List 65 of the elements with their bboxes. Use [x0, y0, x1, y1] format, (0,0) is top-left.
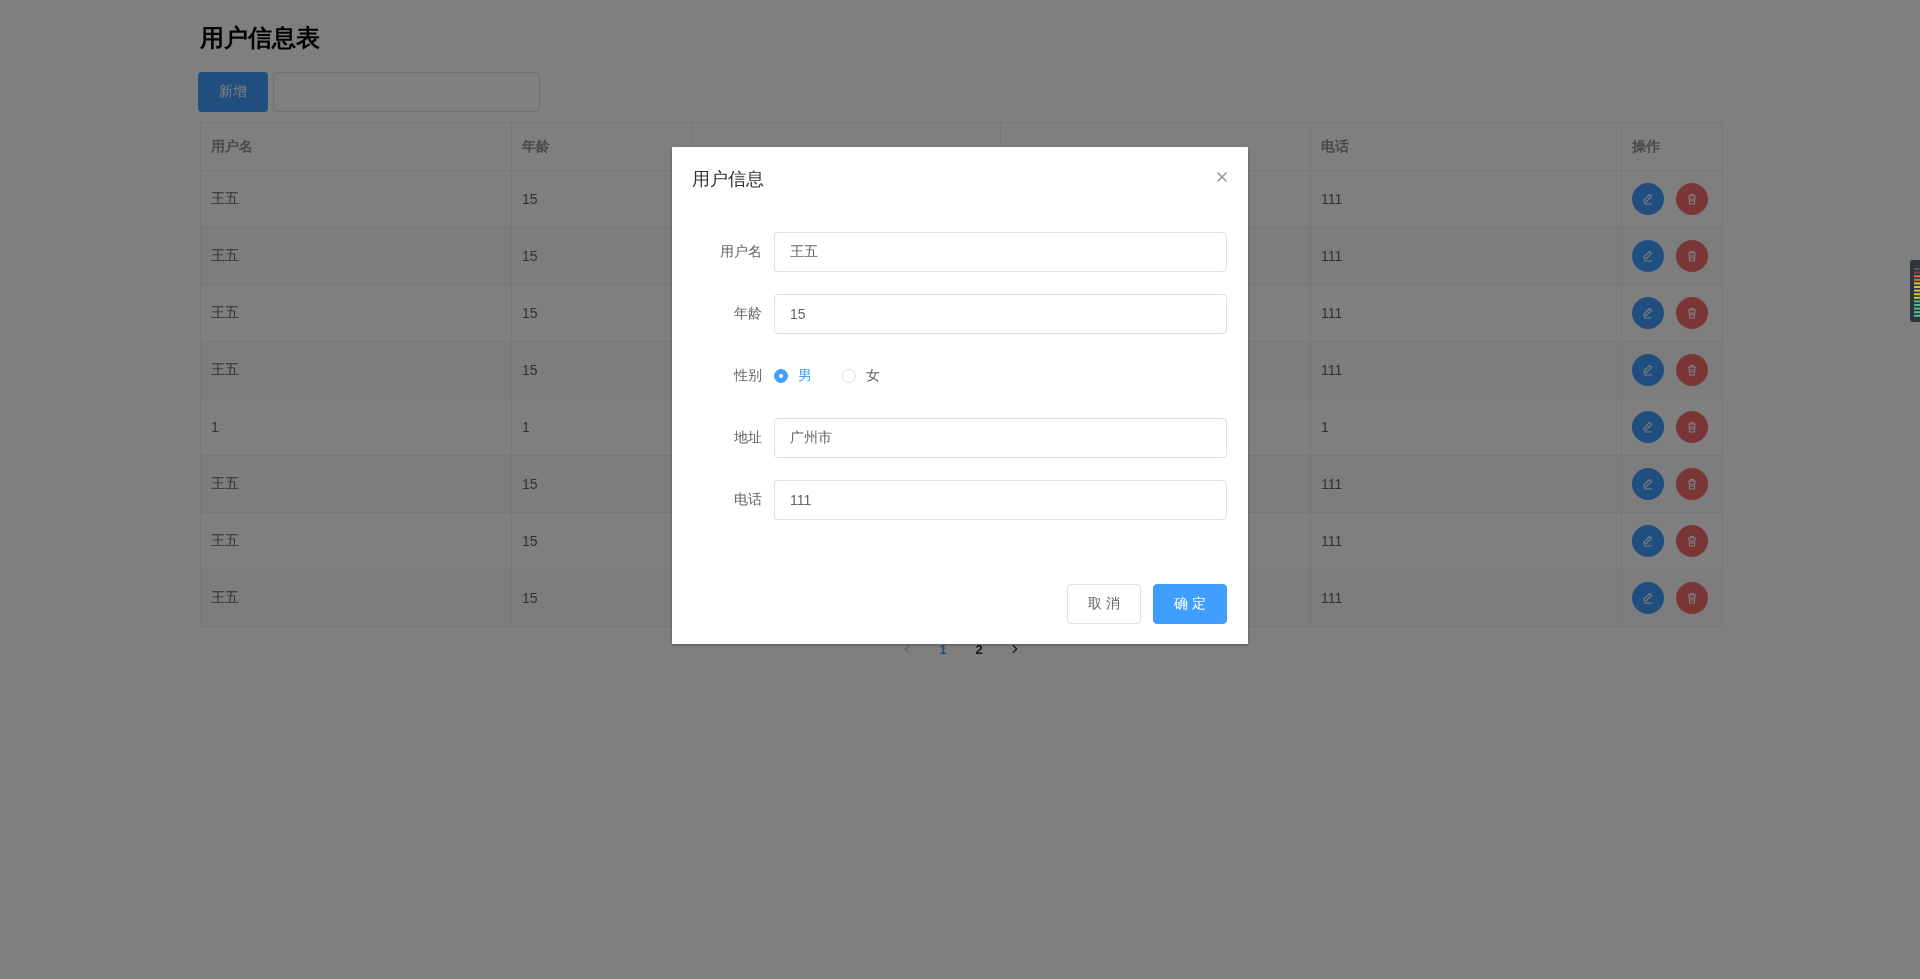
table-cell: 王五 — [201, 285, 512, 342]
pencil-icon — [1642, 307, 1654, 319]
edit-button[interactable] — [1632, 354, 1664, 386]
field-label: 性别 — [732, 367, 763, 385]
table-cell: 111 — [1311, 171, 1622, 228]
radio-label: 男 — [798, 367, 812, 385]
table-cell: 111 — [1311, 228, 1622, 285]
pencil-icon — [1642, 592, 1654, 604]
delete-button[interactable] — [1676, 525, 1708, 557]
table-cell: 111 — [1311, 456, 1622, 513]
field-label: 电话 — [733, 491, 763, 509]
edit-button[interactable] — [1632, 582, 1664, 614]
field-label: 用户名 — [719, 243, 763, 261]
edit-button[interactable] — [1632, 297, 1664, 329]
table-cell: 王五 — [201, 513, 512, 570]
table-cell: 1 — [1311, 399, 1622, 456]
level-meter-icon[interactable] — [1910, 260, 1920, 322]
edit-button[interactable] — [1632, 468, 1664, 500]
delete-button[interactable] — [1676, 297, 1708, 329]
trash-icon — [1686, 250, 1698, 262]
table-cell: 111 — [1311, 285, 1622, 342]
table-cell: 王五 — [201, 342, 512, 399]
radio-button[interactable] — [774, 369, 788, 383]
delete-button[interactable] — [1676, 468, 1708, 500]
trash-icon — [1686, 364, 1698, 376]
delete-button[interactable] — [1676, 354, 1708, 386]
delete-button[interactable] — [1676, 411, 1708, 443]
pencil-icon — [1642, 421, 1654, 433]
trash-icon — [1686, 421, 1698, 433]
delete-button[interactable] — [1676, 240, 1708, 272]
delete-button[interactable] — [1676, 582, 1708, 614]
pencil-icon — [1642, 478, 1654, 490]
radio-label: 女 — [866, 367, 880, 385]
table-cell: 111 — [1311, 570, 1622, 627]
edit-button[interactable] — [1632, 411, 1664, 443]
trash-icon — [1686, 478, 1698, 490]
delete-button[interactable] — [1676, 183, 1708, 215]
table-cell: 111 — [1311, 513, 1622, 570]
pencil-icon — [1642, 364, 1654, 376]
pencil-icon — [1642, 250, 1654, 262]
table-cell: 111 — [1311, 342, 1622, 399]
cancel-button[interactable]: 取 消 — [1067, 584, 1141, 624]
table-cell: 王五 — [201, 171, 512, 228]
input-field[interactable]: 111 — [774, 480, 1227, 520]
table-cell: 王五 — [201, 228, 512, 285]
input-field[interactable]: 王五 — [774, 232, 1227, 272]
page-number[interactable]: 2 — [964, 635, 994, 663]
page-title: 用户信息表 — [200, 23, 321, 53]
trash-icon — [1686, 592, 1698, 604]
input-field[interactable]: 15 — [774, 294, 1227, 334]
pencil-icon — [1642, 535, 1654, 547]
edit-button[interactable] — [1632, 183, 1664, 215]
table-cell: 王五 — [201, 570, 512, 627]
field-label: 地址 — [733, 429, 763, 447]
edit-button[interactable] — [1632, 240, 1664, 272]
table-cell: 1 — [201, 399, 512, 456]
input-field[interactable]: 广州市 — [774, 418, 1227, 458]
trash-icon — [1686, 193, 1698, 205]
field-label: 年龄 — [733, 305, 763, 323]
dialog-title: 用户信息 — [692, 168, 764, 191]
table-cell: 王五 — [201, 456, 512, 513]
trash-icon — [1686, 535, 1698, 547]
pencil-icon — [1642, 193, 1654, 205]
trash-icon — [1686, 307, 1698, 319]
edit-button[interactable] — [1632, 525, 1664, 557]
